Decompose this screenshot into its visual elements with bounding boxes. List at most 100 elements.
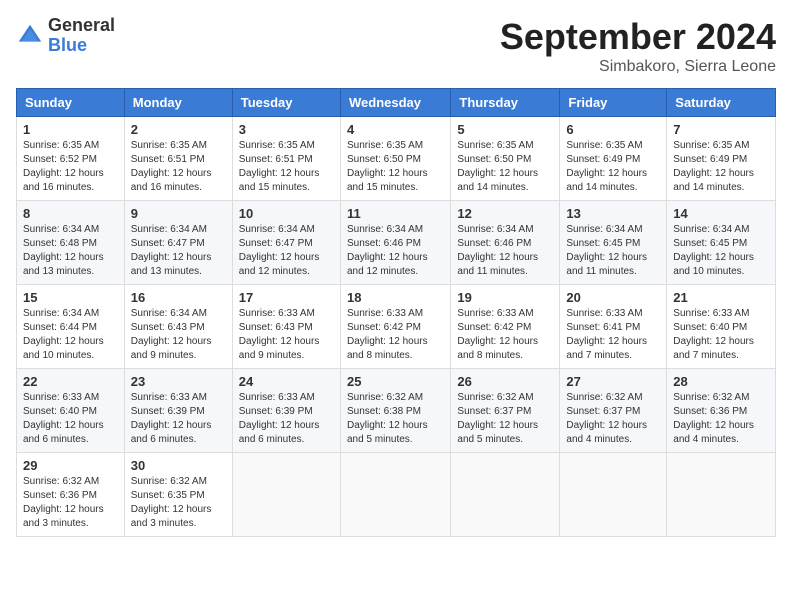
day-info: Sunrise: 6:33 AMSunset: 6:39 PMDaylight:… <box>131 391 226 447</box>
day-number: 3 <box>239 122 334 137</box>
day-info: Sunrise: 6:32 AMSunset: 6:36 PMDaylight:… <box>23 475 118 531</box>
calendar-cell: 4Sunrise: 6:35 AMSunset: 6:50 PMDaylight… <box>340 117 450 201</box>
day-info: Sunrise: 6:35 AMSunset: 6:51 PMDaylight:… <box>239 139 334 195</box>
day-info: Sunrise: 6:35 AMSunset: 6:50 PMDaylight:… <box>457 139 553 195</box>
day-info: Sunrise: 6:34 AMSunset: 6:43 PMDaylight:… <box>131 307 226 363</box>
logo: General Blue <box>16 16 115 56</box>
calendar-cell: 8 Sunrise: 6:34 AMSunset: 6:48 PMDaylight… <box>17 201 125 285</box>
day-number: 30 <box>131 458 226 473</box>
calendar-cell <box>451 453 560 537</box>
day-number: 8 <box>23 206 118 221</box>
day-info: Sunrise: 6:35 AMSunset: 6:49 PMDaylight:… <box>566 139 660 195</box>
day-info: Sunrise: 6:33 AMSunset: 6:40 PMDaylight:… <box>673 307 769 363</box>
logo-general: General <box>48 16 115 36</box>
day-info: Sunrise: 6:35 AMSunset: 6:51 PMDaylight:… <box>131 139 226 195</box>
calendar-week-row: 1Sunrise: 6:35 AMSunset: 6:52 PMDaylight… <box>17 117 776 201</box>
day-info: Sunrise: 6:32 AMSunset: 6:36 PMDaylight:… <box>673 391 769 447</box>
day-number: 26 <box>457 374 553 389</box>
calendar-cell: 5 Sunrise: 6:35 AMSunset: 6:50 PMDaylight… <box>451 117 560 201</box>
day-info: Sunrise: 6:33 AMSunset: 6:39 PMDaylight:… <box>239 391 334 447</box>
calendar-cell: 14 Sunrise: 6:34 AMSunset: 6:45 PMDayligh… <box>667 201 776 285</box>
calendar-cell: 30 Sunrise: 6:32 AMSunset: 6:35 PMDayligh… <box>124 453 232 537</box>
calendar-cell: 13 Sunrise: 6:34 AMSunset: 6:45 PMDayligh… <box>560 201 667 285</box>
day-info: Sunrise: 6:32 AMSunset: 6:37 PMDaylight:… <box>566 391 660 447</box>
day-info: Sunrise: 6:34 AMSunset: 6:45 PMDaylight:… <box>673 223 769 279</box>
calendar-cell: 16 Sunrise: 6:34 AMSunset: 6:43 PMDayligh… <box>124 285 232 369</box>
calendar-cell: 24Sunrise: 6:33 AMSunset: 6:39 PMDayligh… <box>232 369 340 453</box>
day-number: 27 <box>566 374 660 389</box>
day-info: Sunrise: 6:34 AMSunset: 6:44 PMDaylight:… <box>23 307 118 363</box>
weekday-header-thursday: Thursday <box>451 89 560 117</box>
day-number: 22 <box>23 374 118 389</box>
calendar-cell: 26 Sunrise: 6:32 AMSunset: 6:37 PMDayligh… <box>451 369 560 453</box>
day-number: 28 <box>673 374 769 389</box>
calendar-table: SundayMondayTuesdayWednesdayThursdayFrid… <box>16 88 776 537</box>
day-number: 7 <box>673 122 769 137</box>
calendar-cell: 22 Sunrise: 6:33 AMSunset: 6:40 PMDayligh… <box>17 369 125 453</box>
day-number: 20 <box>566 290 660 305</box>
calendar-cell: 23 Sunrise: 6:33 AMSunset: 6:39 PMDayligh… <box>124 369 232 453</box>
day-info: Sunrise: 6:32 AMSunset: 6:35 PMDaylight:… <box>131 475 226 531</box>
day-info: Sunrise: 6:34 AMSunset: 6:46 PMDaylight:… <box>457 223 553 279</box>
day-info: Sunrise: 6:32 AMSunset: 6:37 PMDaylight:… <box>457 391 553 447</box>
day-info: Sunrise: 6:33 AMSunset: 6:43 PMDaylight:… <box>239 307 334 363</box>
logo-icon <box>16 22 44 50</box>
day-number: 13 <box>566 206 660 221</box>
weekday-header-tuesday: Tuesday <box>232 89 340 117</box>
title-block: September 2024 Simbakoro, Sierra Leone <box>500 16 776 76</box>
location: Simbakoro, Sierra Leone <box>500 58 776 76</box>
calendar-cell: 21 Sunrise: 6:33 AMSunset: 6:40 PMDayligh… <box>667 285 776 369</box>
weekday-header-wednesday: Wednesday <box>340 89 450 117</box>
logo-text: General Blue <box>48 16 115 56</box>
day-number: 29 <box>23 458 118 473</box>
day-info: Sunrise: 6:34 AMSunset: 6:47 PMDaylight:… <box>131 223 226 279</box>
day-number: 25 <box>347 374 444 389</box>
day-info: Sunrise: 6:35 AMSunset: 6:49 PMDaylight:… <box>673 139 769 195</box>
calendar-week-row: 22 Sunrise: 6:33 AMSunset: 6:40 PMDayligh… <box>17 369 776 453</box>
logo-blue: Blue <box>48 36 115 56</box>
calendar-cell: 27 Sunrise: 6:32 AMSunset: 6:37 PMDayligh… <box>560 369 667 453</box>
weekday-header-monday: Monday <box>124 89 232 117</box>
day-number: 1 <box>23 122 118 137</box>
day-number: 9 <box>131 206 226 221</box>
day-number: 2 <box>131 122 226 137</box>
calendar-cell: 15 Sunrise: 6:34 AMSunset: 6:44 PMDayligh… <box>17 285 125 369</box>
calendar-cell: 17Sunrise: 6:33 AMSunset: 6:43 PMDayligh… <box>232 285 340 369</box>
calendar-cell <box>560 453 667 537</box>
calendar-cell: 2 Sunrise: 6:35 AMSunset: 6:51 PMDaylight… <box>124 117 232 201</box>
calendar-cell: 25 Sunrise: 6:32 AMSunset: 6:38 PMDayligh… <box>340 369 450 453</box>
calendar-cell: 19 Sunrise: 6:33 AMSunset: 6:42 PMDayligh… <box>451 285 560 369</box>
calendar-week-row: 8 Sunrise: 6:34 AMSunset: 6:48 PMDaylight… <box>17 201 776 285</box>
calendar-cell: 12 Sunrise: 6:34 AMSunset: 6:46 PMDayligh… <box>451 201 560 285</box>
day-number: 5 <box>457 122 553 137</box>
month-title: September 2024 <box>500 16 776 58</box>
calendar-cell: 28 Sunrise: 6:32 AMSunset: 6:36 PMDayligh… <box>667 369 776 453</box>
calendar-cell <box>340 453 450 537</box>
calendar-cell: 20 Sunrise: 6:33 AMSunset: 6:41 PMDayligh… <box>560 285 667 369</box>
day-number: 21 <box>673 290 769 305</box>
calendar-cell: 6Sunrise: 6:35 AMSunset: 6:49 PMDaylight… <box>560 117 667 201</box>
day-info: Sunrise: 6:34 AMSunset: 6:45 PMDaylight:… <box>566 223 660 279</box>
day-number: 23 <box>131 374 226 389</box>
day-info: Sunrise: 6:35 AMSunset: 6:50 PMDaylight:… <box>347 139 444 195</box>
day-info: Sunrise: 6:33 AMSunset: 6:41 PMDaylight:… <box>566 307 660 363</box>
calendar-cell: 18 Sunrise: 6:33 AMSunset: 6:42 PMDayligh… <box>340 285 450 369</box>
day-info: Sunrise: 6:33 AMSunset: 6:40 PMDaylight:… <box>23 391 118 447</box>
day-number: 18 <box>347 290 444 305</box>
calendar-cell: 29 Sunrise: 6:32 AMSunset: 6:36 PMDayligh… <box>17 453 125 537</box>
day-number: 14 <box>673 206 769 221</box>
day-info: Sunrise: 6:33 AMSunset: 6:42 PMDaylight:… <box>457 307 553 363</box>
calendar-cell <box>667 453 776 537</box>
weekday-header-row: SundayMondayTuesdayWednesdayThursdayFrid… <box>17 89 776 117</box>
day-number: 10 <box>239 206 334 221</box>
day-number: 16 <box>131 290 226 305</box>
day-number: 12 <box>457 206 553 221</box>
calendar-cell <box>232 453 340 537</box>
day-info: Sunrise: 6:34 AMSunset: 6:48 PMDaylight:… <box>23 223 118 279</box>
day-number: 11 <box>347 206 444 221</box>
day-info: Sunrise: 6:32 AMSunset: 6:38 PMDaylight:… <box>347 391 444 447</box>
day-number: 15 <box>23 290 118 305</box>
calendar-cell: 3 Sunrise: 6:35 AMSunset: 6:51 PMDaylight… <box>232 117 340 201</box>
day-number: 19 <box>457 290 553 305</box>
day-info: Sunrise: 6:33 AMSunset: 6:42 PMDaylight:… <box>347 307 444 363</box>
